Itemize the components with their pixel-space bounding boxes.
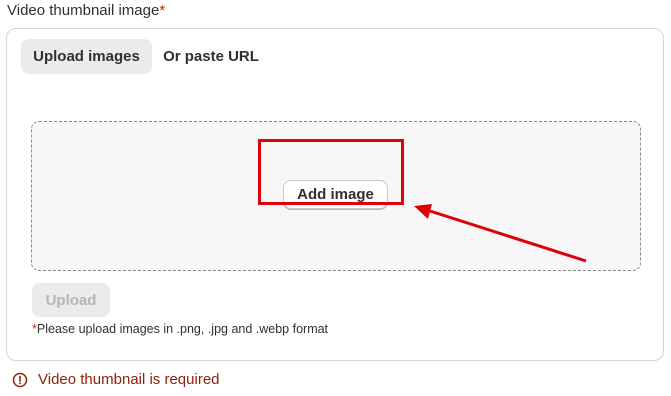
format-hint: *Please upload images in .png, .jpg and … [32,322,328,336]
required-asterisk: * [159,2,166,19]
tab-paste-url[interactable]: Or paste URL [159,39,263,74]
alert-circle-icon [12,372,28,387]
add-image-button[interactable]: Add image [283,180,388,209]
upload-button: Upload [32,283,110,317]
error-message: Video thumbnail is required [12,371,220,388]
error-text: Video thumbnail is required [38,371,220,388]
image-dropzone[interactable]: Add image [31,121,641,271]
tab-upload-images[interactable]: Upload images [21,39,152,74]
field-label-text: Video thumbnail image [7,2,160,19]
hint-text: Please upload images in .png, .jpg and .… [36,322,329,336]
field-label: Video thumbnail image* [7,2,165,19]
image-upload-card: Upload images Or paste URL Add image Upl… [6,28,664,361]
